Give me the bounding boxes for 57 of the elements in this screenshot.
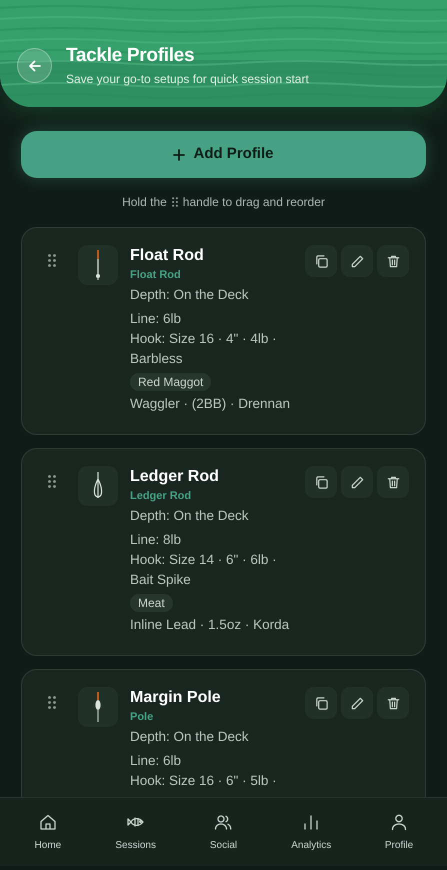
hook-text: Hook: Size 16 · 4" · 4lb · Barbless (130, 330, 278, 368)
drag-handle-icon[interactable] (48, 475, 56, 488)
plus-icon (173, 148, 186, 160)
nav-item[interactable]: Sessions (96, 812, 176, 852)
copy-icon (314, 474, 328, 490)
bait-tag: Red Maggot (130, 373, 212, 391)
copy-button[interactable] (305, 687, 337, 719)
edit-button[interactable] (341, 245, 373, 277)
drag-handle-icon[interactable] (48, 254, 56, 267)
add-profile-button[interactable]: Add Profile (21, 131, 426, 178)
trash-icon (386, 696, 400, 710)
edit-button[interactable] (341, 466, 373, 498)
trash-icon (386, 474, 400, 490)
rig-text: Inline Lead · 1.5oz · Korda (130, 616, 290, 634)
back-button[interactable] (17, 48, 52, 83)
delete-button[interactable] (377, 466, 409, 498)
depth-text: Depth: On the Deck (130, 728, 250, 746)
edit-button[interactable] (341, 687, 373, 719)
pole-float-icon (94, 691, 102, 723)
float-icon (94, 249, 102, 281)
pencil-icon (350, 696, 364, 710)
nav-item[interactable]: Social (183, 812, 264, 852)
depth-text: Depth: On the Deck (130, 286, 250, 304)
hint-text: Hold the (122, 194, 167, 211)
drag-handle-icon (172, 197, 178, 207)
pencil-icon (350, 474, 364, 490)
depth-text: Depth: On the Deck (130, 507, 250, 525)
page-subtitle: Save your go-to setups for quick session start (66, 71, 309, 87)
line-text: Line: 6lb (130, 310, 182, 328)
copy-button[interactable] (305, 466, 337, 498)
profile-type: Pole (130, 710, 154, 725)
trash-icon (386, 254, 400, 268)
back-arrow-icon (28, 58, 42, 72)
line-text: Line: 8lb (130, 531, 182, 549)
nav-item[interactable]: Analytics (271, 812, 352, 852)
nav-item[interactable]: Profile (359, 812, 440, 852)
hook-text: Hook: Size 14 · 6" · 6lb · Bait Spike (130, 551, 278, 589)
delete-button[interactable] (377, 245, 409, 277)
bait-tag: Meat (130, 594, 173, 612)
profile-type: Ledger Rod (130, 489, 192, 504)
copy-button[interactable] (305, 245, 337, 277)
rig-text: Waggler · (2BB) · Drennan (130, 395, 292, 413)
nav-item[interactable]: Home (8, 812, 88, 852)
copy-icon (314, 254, 328, 268)
drag-handle-icon[interactable] (48, 696, 56, 709)
page-title: Tackle Profiles (66, 44, 196, 68)
hook-text: Hook: Size 16 · 6" · 5lb · (130, 772, 278, 790)
delete-button[interactable] (377, 687, 409, 719)
hint-text: handle to drag and reorder (182, 194, 325, 211)
profile-type: Float Rod (130, 268, 182, 283)
line-text: Line: 6lb (130, 752, 182, 770)
profile-name: Margin Pole (130, 688, 222, 708)
lead-weight-icon (92, 471, 104, 501)
pencil-icon (350, 254, 364, 268)
copy-icon (314, 696, 328, 710)
profile-name: Ledger Rod (130, 467, 220, 487)
profile-name: Float Rod (130, 246, 205, 266)
